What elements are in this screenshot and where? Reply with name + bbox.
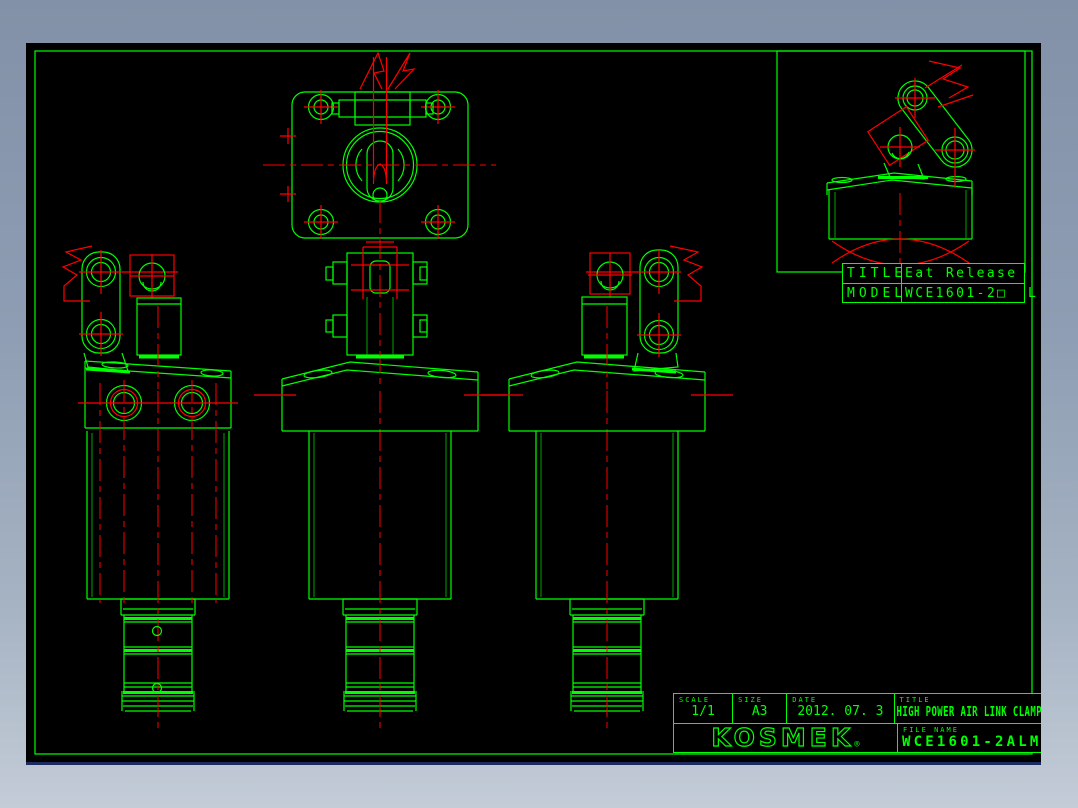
title-block-row1: SCALE 1/1 SIZE A3 DATE 2012. 07. 3 TITLE…	[674, 694, 1041, 725]
cad-viewer-page: TITLE Eat Release MODEL WCE1601-2□ L SCA…	[0, 0, 1078, 808]
title-block-row2: KOSMEK ® FILE NAME WCE1601-2ALM	[674, 724, 1041, 752]
date-value: 2012. 07. 3	[797, 704, 884, 719]
phantom-arm-position	[588, 252, 632, 297]
piston-neck	[581, 296, 628, 389]
detail-title-row: TITLE Eat Release	[843, 264, 1024, 284]
break-symbol-detail	[924, 60, 974, 108]
lever-arm	[586, 249, 681, 374]
detail-model-label: MODEL	[843, 284, 902, 303]
front-view-right	[481, 245, 733, 733]
detail-model-row: MODEL WCE1601-2□	[843, 284, 1024, 303]
drawing-canvas[interactable]: TITLE Eat Release MODEL WCE1601-2□ L SCA…	[26, 43, 1041, 762]
size-value: A3	[751, 704, 768, 719]
plan-view	[263, 51, 496, 249]
detail-model-suffix: L	[1028, 286, 1036, 301]
file-name-label: FILE NAME	[903, 726, 959, 735]
flange-port-holes	[78, 380, 238, 603]
drawing-title-label: TITLE	[899, 696, 931, 704]
drawing-title-cell: TITLE HIGH POWER AIR LINK CLAMP	[895, 694, 1041, 723]
registered-mark: ®	[854, 740, 860, 750]
file-name-value: WCE1601-2ALM	[902, 734, 1041, 751]
detail-title-label: TITLE	[843, 264, 902, 283]
drawing-sheet	[34, 50, 1033, 755]
released-lever-arm	[895, 78, 975, 188]
size-label: SIZE	[738, 696, 763, 704]
plan-pin-bar	[331, 91, 434, 126]
scale-value: 1/1	[691, 704, 715, 719]
front-view-center	[254, 237, 506, 733]
detail-info-table: TITLE Eat Release MODEL WCE1601-2□	[842, 263, 1025, 303]
file-name-cell: FILE NAME WCE1601-2ALM	[898, 724, 1041, 752]
clamp-block	[866, 105, 930, 180]
break-symbol-right	[669, 245, 704, 302]
detail-model-value: WCE1601-2□	[905, 286, 1008, 301]
scale-cell: SCALE 1/1	[674, 694, 734, 724]
piston-neck	[136, 297, 182, 389]
plan-rod-break	[263, 51, 496, 249]
scale-label: SCALE	[679, 696, 711, 704]
clevis	[325, 237, 428, 389]
size-cell: SIZE A3	[733, 694, 788, 724]
logo-cell: KOSMEK ®	[674, 724, 898, 752]
front-view-left	[61, 245, 238, 733]
phantom-arm-position	[129, 254, 175, 298]
title-block: SCALE 1/1 SIZE A3 DATE 2012. 07. 3 TITLE…	[673, 693, 1041, 753]
piston-port-hole	[151, 625, 163, 637]
detail-view-release	[776, 50, 1026, 273]
date-label: DATE	[792, 696, 818, 704]
kosmek-logo: KOSMEK	[711, 724, 855, 752]
detail-title-value: Eat Release	[905, 266, 1018, 281]
drawing-title-value: HIGH POWER AIR LINK CLAMP	[896, 705, 1041, 721]
date-cell: DATE 2012. 07. 3	[787, 694, 895, 724]
break-symbol-left	[61, 245, 93, 302]
